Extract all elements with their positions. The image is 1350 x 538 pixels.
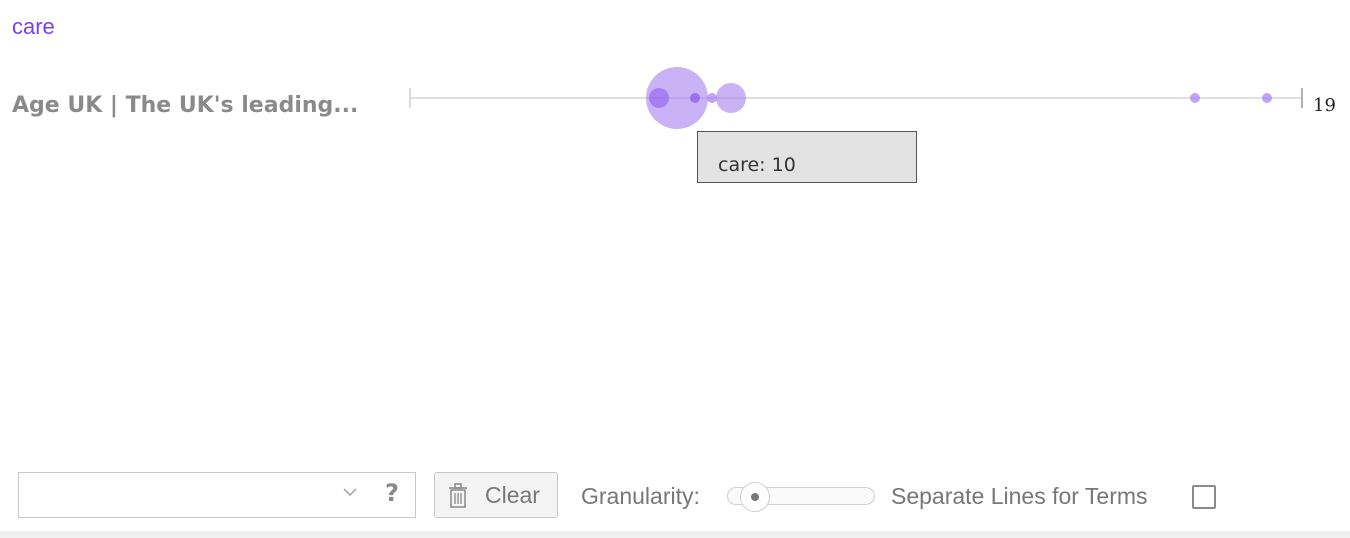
granularity-slider-handle[interactable] bbox=[740, 482, 770, 512]
bottom-toolbar: ? Clear Granularity: Separate Lines for … bbox=[0, 460, 1350, 530]
term-bubble[interactable] bbox=[716, 83, 746, 113]
clear-button[interactable]: Clear bbox=[434, 472, 558, 518]
term-search-input[interactable] bbox=[25, 479, 329, 513]
granularity-label: Granularity: bbox=[581, 483, 700, 509]
bottom-edge bbox=[0, 531, 1350, 538]
term-bubble[interactable] bbox=[707, 93, 717, 103]
chevron-down-icon[interactable] bbox=[343, 487, 357, 497]
term-bubble[interactable] bbox=[649, 88, 669, 108]
slider-handle-dot bbox=[751, 493, 759, 501]
document-track: 19 bbox=[409, 67, 1336, 129]
term-search-combo[interactable]: ? bbox=[18, 472, 416, 518]
term-bubble[interactable] bbox=[1262, 93, 1272, 103]
trash-icon bbox=[449, 483, 467, 508]
term-legend-care[interactable]: care bbox=[12, 14, 55, 40]
document-title: Age UK | The UK's leading... bbox=[12, 93, 359, 118]
term-bubble[interactable] bbox=[1190, 93, 1200, 103]
tooltip-text: care: 10 bbox=[718, 154, 796, 176]
segment-count-label: 19 bbox=[1313, 95, 1336, 116]
page: care Age UK | The UK's leading... 19 car… bbox=[0, 0, 1350, 538]
hover-tooltip: care: 10 bbox=[697, 131, 917, 183]
help-icon[interactable]: ? bbox=[385, 479, 399, 507]
clear-button-label: Clear bbox=[485, 482, 540, 508]
separate-lines-checkbox[interactable] bbox=[1192, 485, 1216, 509]
separate-lines-label: Separate Lines for Terms bbox=[891, 483, 1148, 509]
term-bubble[interactable] bbox=[690, 93, 700, 103]
